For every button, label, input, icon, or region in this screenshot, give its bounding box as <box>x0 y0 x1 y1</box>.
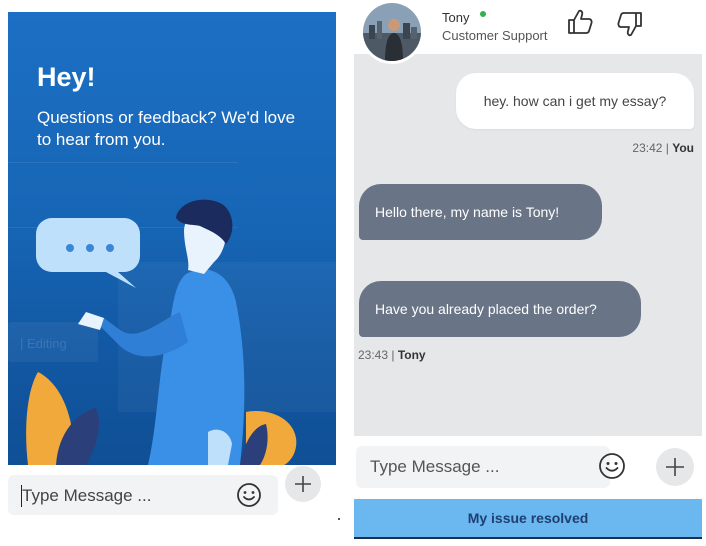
message-input-bar <box>8 475 278 515</box>
message-bubble-agent: Hello there, my name is Tony! <box>359 184 602 240</box>
message-input[interactable] <box>370 456 570 478</box>
add-attachment-button[interactable] <box>285 466 321 502</box>
meta-separator: | <box>662 141 673 155</box>
plus-icon <box>295 476 311 492</box>
add-attachment-button[interactable] <box>656 448 694 486</box>
thumbs-down-icon[interactable] <box>616 10 644 38</box>
hero-title: Hey! <box>37 62 96 92</box>
thumbs-up-icon[interactable] <box>566 8 594 36</box>
message-meta-user: 23:42 | You <box>632 141 694 155</box>
message-sender: Tony <box>397 348 426 362</box>
message-bubble-user: hey. how can i get my essay? <box>456 73 694 129</box>
message-sender: You <box>672 141 694 155</box>
agent-name: Tony <box>442 10 470 25</box>
welcome-hero: | Editing Hey! Questions or feedback? We… <box>8 12 336 465</box>
message-time: 23:43 <box>358 348 389 362</box>
message-time: 23:42 <box>632 141 663 155</box>
agent-role: Customer Support <box>442 28 548 43</box>
message-bubble-agent: Have you already placed the order? <box>359 281 641 337</box>
smiley-icon[interactable] <box>598 452 626 480</box>
online-status-dot <box>480 11 486 17</box>
chat-panel: Tony Customer Support hey. how can i get… <box>354 0 706 546</box>
message-input-bar <box>356 446 610 488</box>
plus-icon <box>666 458 684 476</box>
svg-text:| Editing: | Editing <box>20 336 67 351</box>
welcome-panel: | Editing Hey! Questions or feedback? We… <box>8 12 336 532</box>
divider-dot <box>338 518 340 520</box>
issue-resolved-button[interactable]: My issue resolved <box>354 499 702 539</box>
message-input[interactable] <box>22 485 222 507</box>
message-meta-agent: 23:43 | Tony <box>358 348 426 362</box>
agent-avatar <box>360 0 424 64</box>
smiley-icon[interactable] <box>236 482 262 508</box>
meta-separator: | <box>388 348 398 362</box>
hero-subtitle: Questions or feedback? We'd love to hear… <box>37 108 296 149</box>
